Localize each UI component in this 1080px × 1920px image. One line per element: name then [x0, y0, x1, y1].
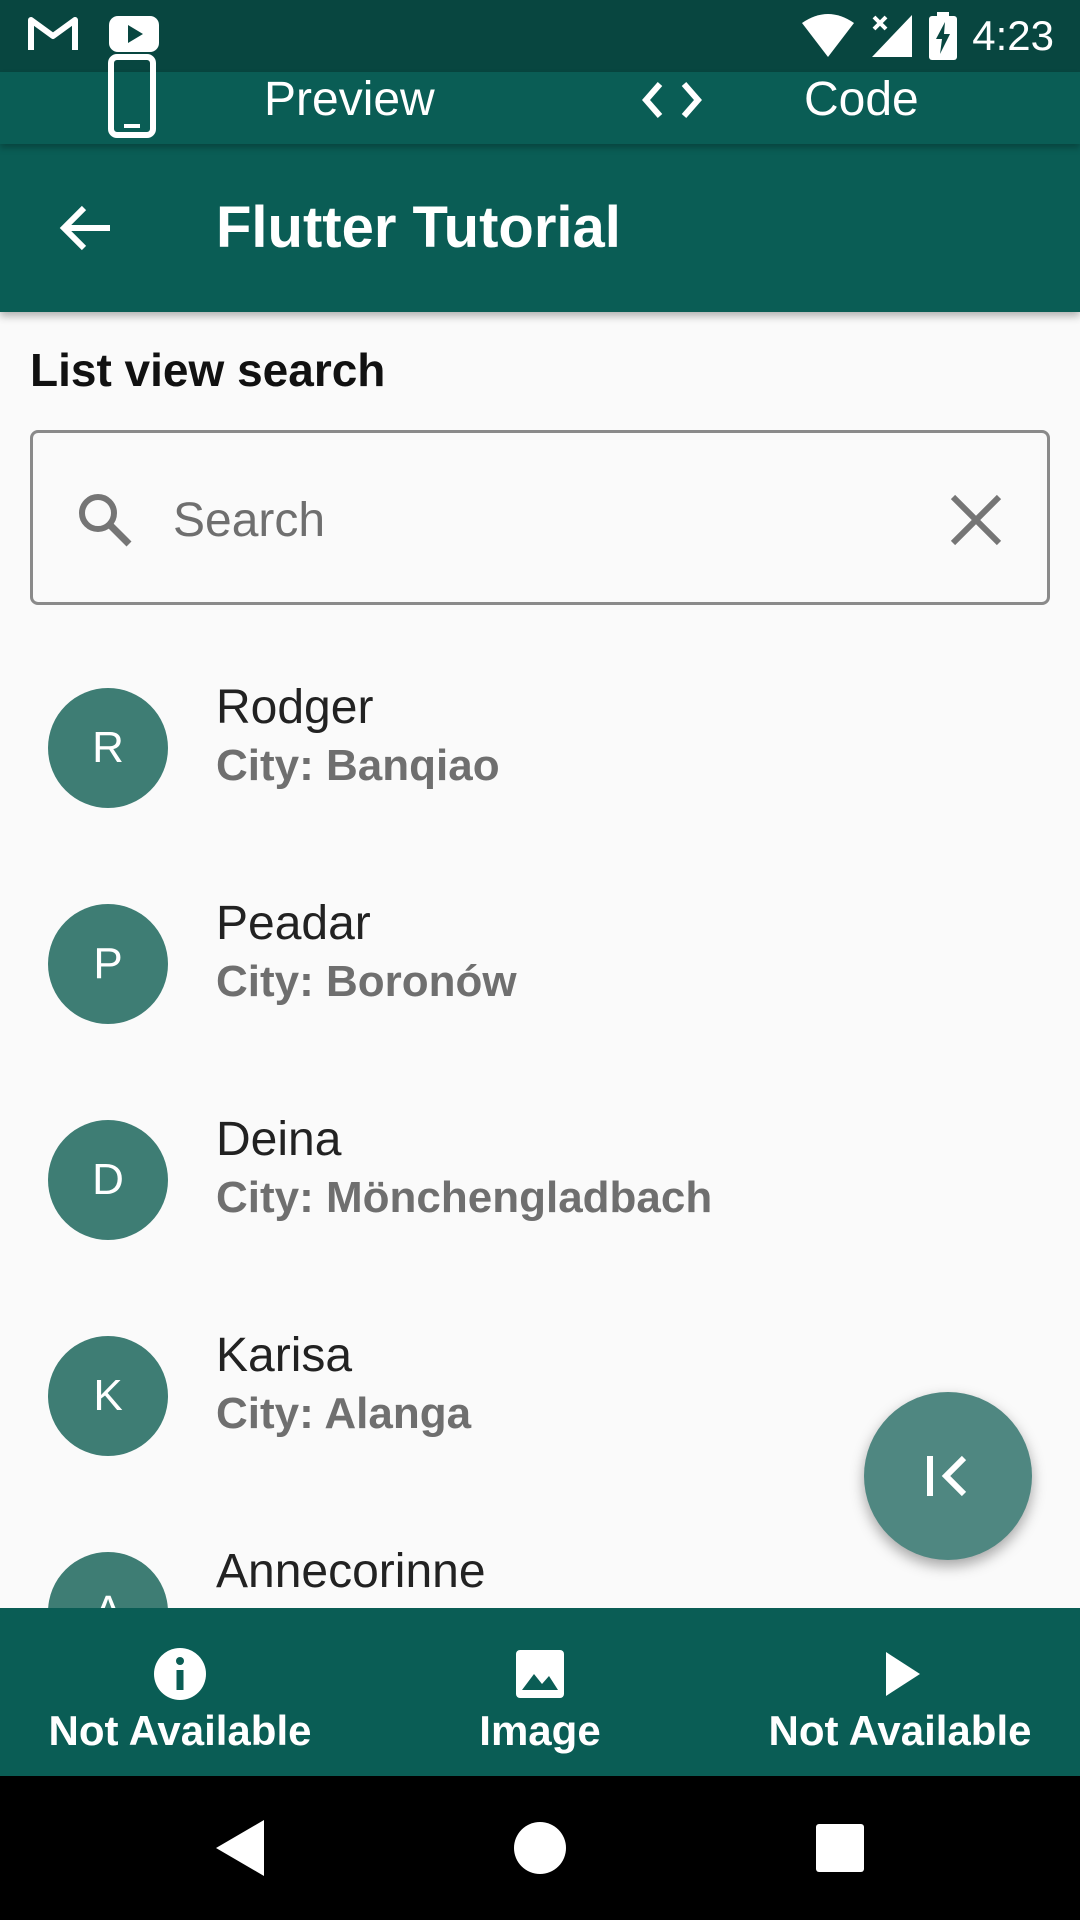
list-item-name: Peadar — [216, 897, 371, 950]
signal-icon — [872, 15, 913, 57]
youtube-icon — [109, 16, 159, 52]
gmail-icon — [28, 17, 78, 50]
play-icon — [886, 1652, 920, 1696]
search-field[interactable] — [30, 430, 1050, 605]
preview-code-tabs: Preview Code — [0, 54, 1080, 144]
list-item[interactable]: P Peadar City: Boronów — [0, 856, 1080, 1072]
status-time: 4:23 — [972, 12, 1054, 59]
list-item[interactable]: D Deina City: Mönchengladbach — [0, 1072, 1080, 1288]
avatar: D — [48, 1120, 168, 1240]
bottom-navigation: Not Available Image Not Available — [0, 1608, 1080, 1776]
app-bar: Flutter Tutorial — [0, 144, 1080, 312]
info-icon — [154, 1648, 206, 1700]
image-icon — [516, 1650, 564, 1698]
bottom-nav-label: Not Available — [768, 1707, 1032, 1754]
battery-charging-icon — [929, 12, 958, 60]
wifi-icon — [802, 14, 855, 57]
back-arrow-icon[interactable] — [56, 198, 116, 258]
bottom-nav-info[interactable]: Not Available — [0, 1608, 360, 1776]
tab-preview[interactable]: Preview — [264, 64, 435, 136]
bottom-nav-label: Image — [479, 1707, 601, 1754]
recents-square-icon[interactable] — [808, 1816, 872, 1880]
avatar: R — [48, 688, 168, 808]
close-icon[interactable] — [947, 491, 1005, 549]
list-item-city: City: Mönchengladbach — [216, 1173, 713, 1222]
bottom-nav-play[interactable]: Not Available — [720, 1608, 1080, 1776]
status-bar-system: 4:23 — [800, 10, 1054, 62]
collapse-left-icon — [927, 1455, 967, 1497]
bottom-nav-label: Not Available — [48, 1707, 312, 1754]
list-item-city: City: Banqiao — [216, 741, 500, 790]
list-item-city: City: Alanga — [216, 1389, 472, 1438]
list-item[interactable]: R Rodger City: Banqiao — [0, 640, 1080, 856]
tab-code[interactable]: Code — [804, 64, 919, 136]
back-triangle-icon[interactable] — [208, 1816, 272, 1880]
status-bar-notifications — [28, 14, 160, 54]
avatar: A — [48, 1552, 168, 1608]
bottom-nav-image[interactable]: Image — [360, 1608, 720, 1776]
section-title: List view search — [30, 344, 386, 396]
avatar: P — [48, 904, 168, 1024]
status-bar: 4:23 — [0, 0, 1080, 72]
code-icon[interactable] — [640, 80, 704, 120]
system-navigation-bar — [0, 1776, 1080, 1920]
collapse-fab-button[interactable] — [864, 1392, 1032, 1560]
avatar: K — [48, 1336, 168, 1456]
search-input[interactable] — [173, 485, 933, 555]
phone-icon[interactable] — [108, 54, 156, 138]
list-item-name: Deina — [216, 1113, 342, 1166]
list-item-city: City: Boronów — [216, 957, 517, 1006]
page-title: Flutter Tutorial — [216, 195, 621, 260]
list-item-name: Annecorinne — [216, 1545, 486, 1598]
search-icon — [79, 494, 132, 547]
list-item-name: Rodger — [216, 681, 374, 734]
list-item-name: Karisa — [216, 1329, 353, 1382]
home-circle-icon[interactable] — [508, 1816, 572, 1880]
